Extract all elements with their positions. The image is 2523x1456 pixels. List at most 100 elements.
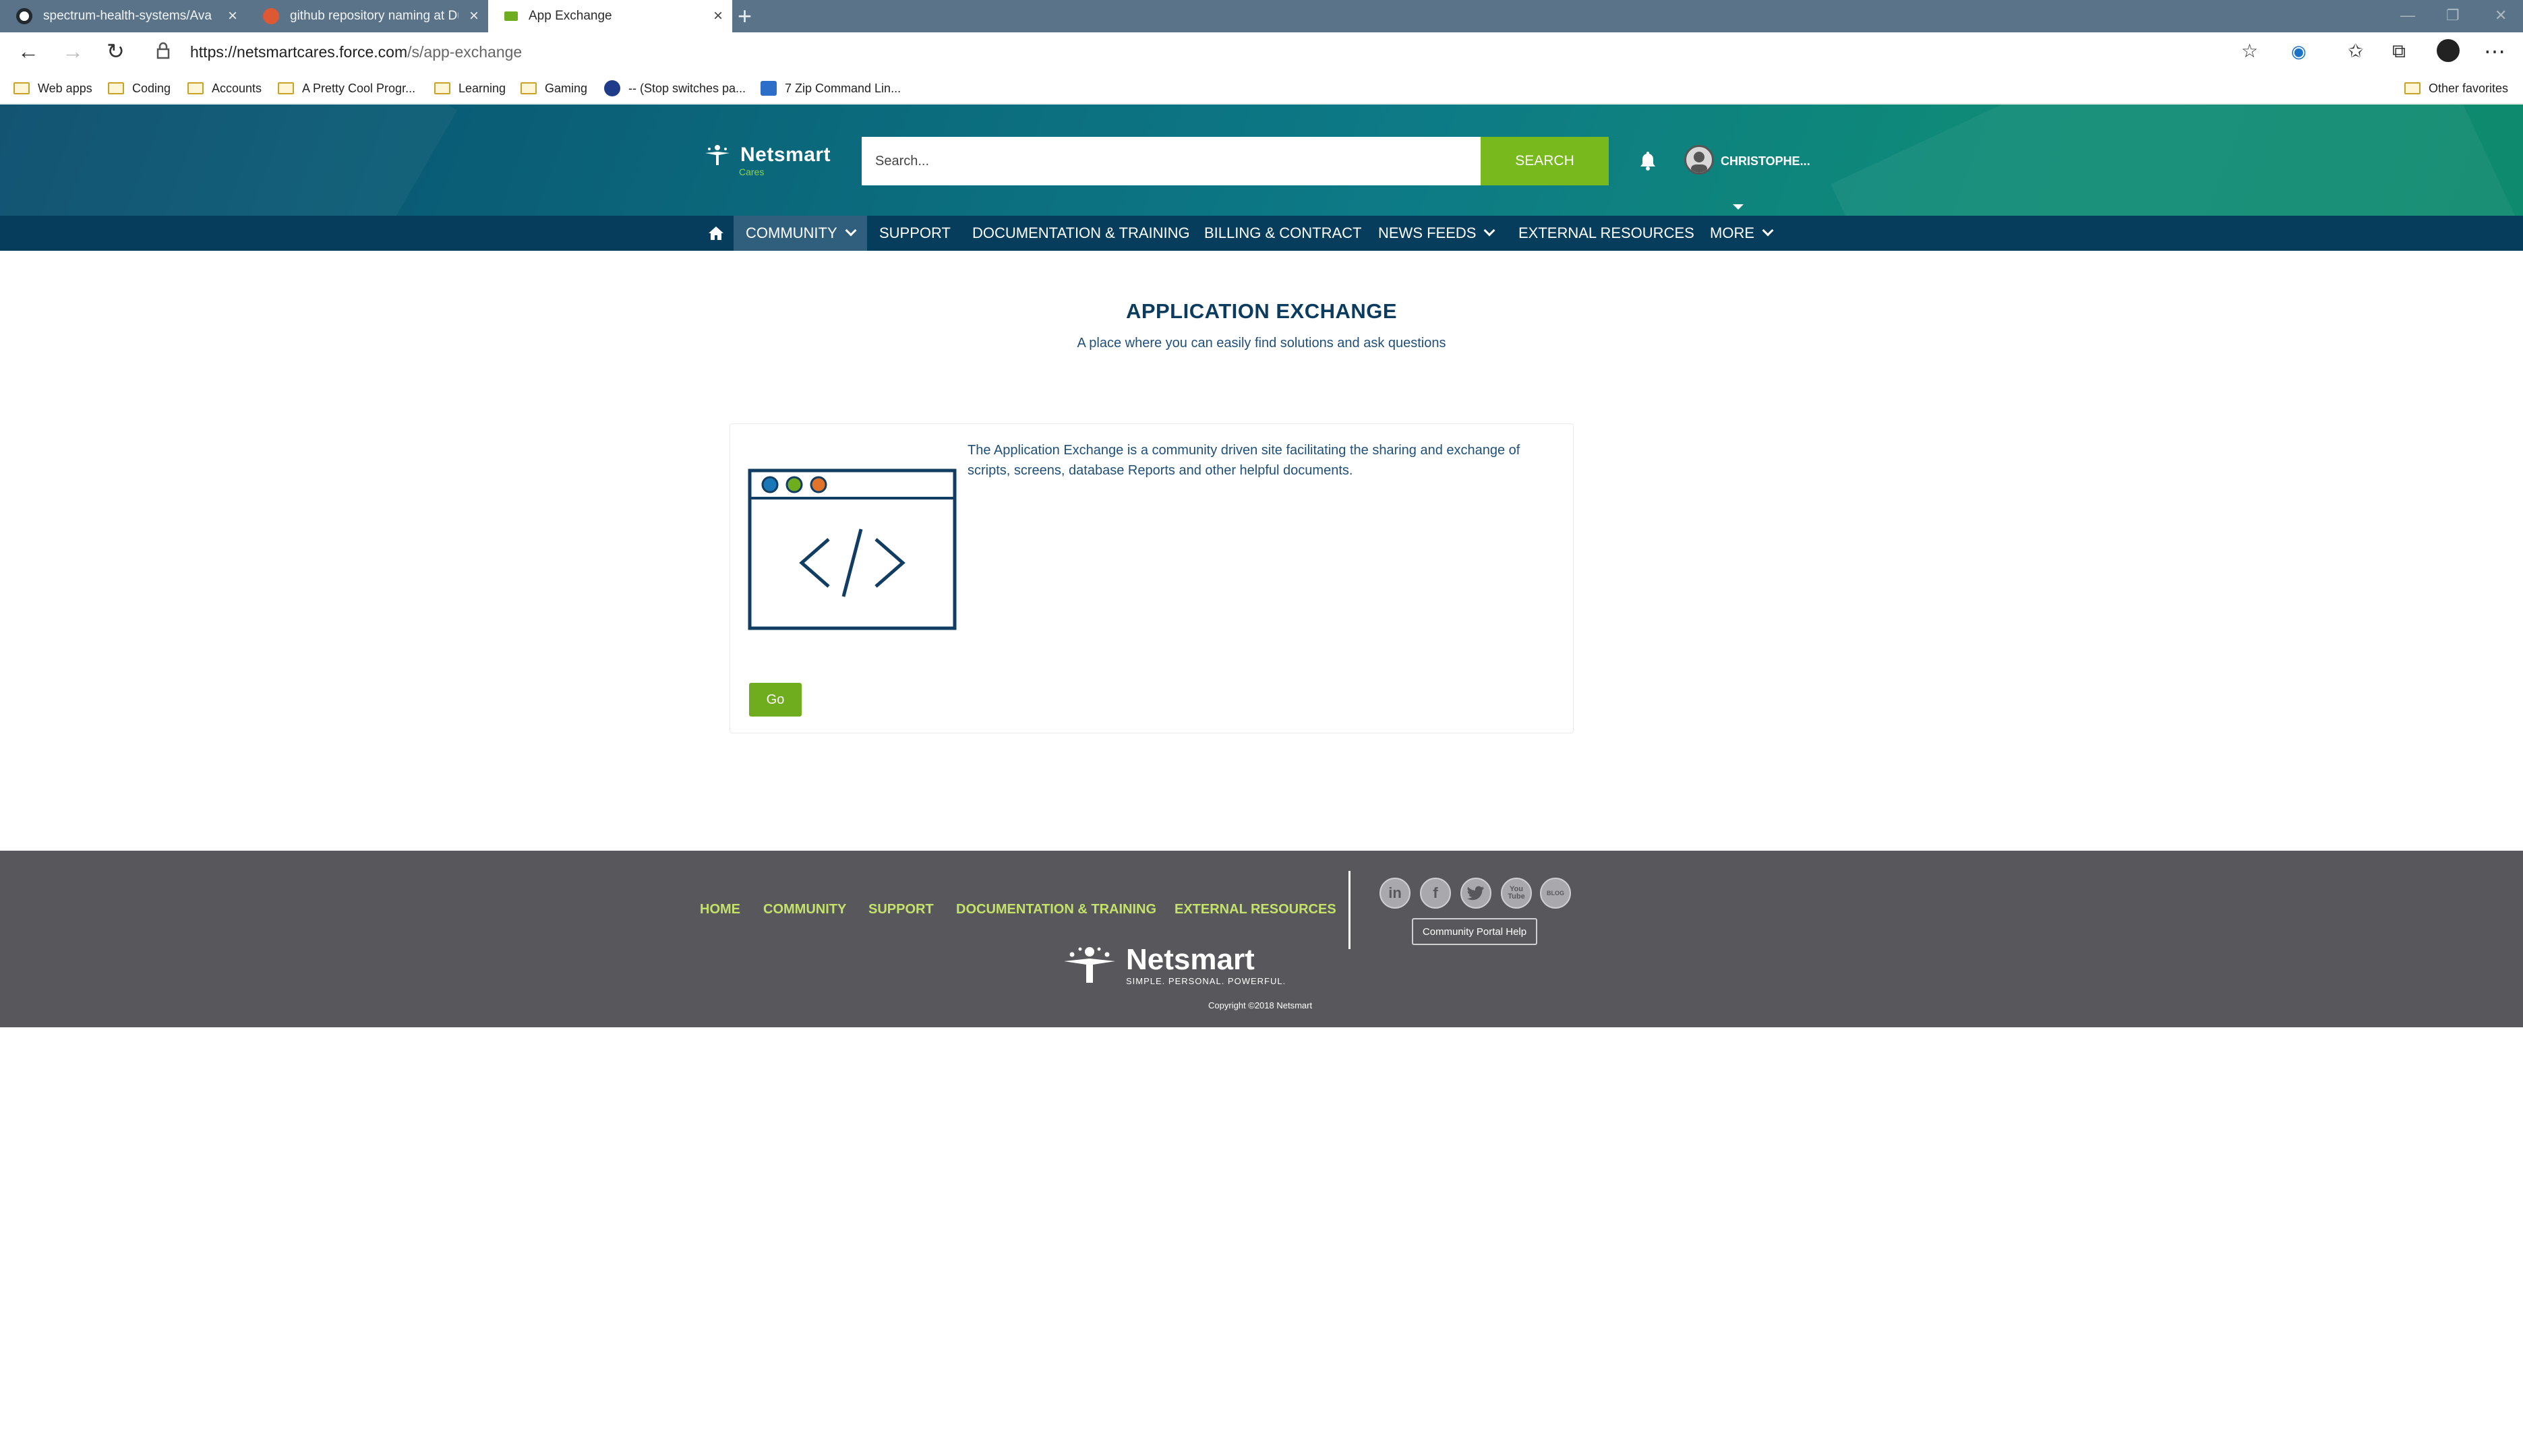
chevron-down-icon — [1762, 224, 1774, 237]
site-icon — [604, 80, 620, 96]
nav-label: COMMUNITY — [746, 224, 837, 241]
nav-external-resources[interactable]: EXTERNAL RESOURCES — [1518, 216, 1694, 251]
nav-label: SUPPORT — [879, 224, 951, 241]
close-icon[interactable]: × — [713, 8, 723, 24]
user-name[interactable]: CHRISTOPHE... — [1721, 154, 1810, 169]
bell-icon[interactable] — [1638, 150, 1657, 171]
extension-icon[interactable]: ◉ — [2291, 40, 2307, 62]
github-icon — [16, 8, 32, 24]
close-icon[interactable]: × — [228, 8, 237, 24]
close-window-icon[interactable]: ✕ — [2495, 7, 2507, 24]
twitter-icon[interactable] — [1460, 878, 1491, 909]
refresh-icon[interactable]: ↻ — [107, 40, 125, 62]
tab-title: github repository naming at Duc — [290, 9, 458, 23]
netsmart-figure-icon — [1064, 947, 1115, 983]
search-button[interactable]: SEARCH — [1481, 137, 1609, 185]
bookmark-learning[interactable]: Learning — [434, 80, 506, 97]
bookmark-label: Accounts — [212, 81, 262, 95]
tab-title: spectrum-health-systems/Avator — [43, 9, 212, 23]
footer-link-community[interactable]: COMMUNITY — [763, 902, 846, 917]
bookmark-other-favorites[interactable]: Other favorites — [2404, 80, 2508, 97]
avatar-icon — [1691, 152, 1707, 173]
nav-home[interactable] — [704, 216, 728, 251]
bookmark-7zip[interactable]: 7 Zip Command Lin... — [761, 80, 901, 97]
collections-icon[interactable]: ⧉ — [2392, 40, 2406, 62]
netsmart-figure-icon — [705, 145, 730, 165]
browser-tab-duckduckgo[interactable]: github repository naming at Duc × — [247, 0, 488, 32]
bookmark-label: -- (Stop switches pa... — [628, 81, 746, 95]
bookmark-accounts[interactable]: Accounts — [187, 80, 262, 97]
nav-label: NEWS FEEDS — [1378, 224, 1477, 241]
url-path: /s/app-exchange — [407, 42, 523, 61]
folder-icon — [2404, 82, 2421, 94]
bookmark-stop-switches[interactable]: -- (Stop switches pa... — [604, 80, 746, 97]
caret-down-icon[interactable] — [1733, 204, 1744, 210]
nav-news-feeds[interactable]: NEWS FEEDS — [1378, 216, 1495, 251]
url-host: https://netsmartcares.force.com — [190, 42, 408, 61]
favorites-icon[interactable]: ✩ — [2348, 40, 2363, 62]
forward-arrow-icon[interactable]: → — [62, 40, 84, 62]
go-button[interactable]: Go — [749, 683, 802, 717]
header-decoration — [1831, 104, 2523, 216]
back-arrow-icon[interactable]: ← — [18, 40, 39, 62]
footer-link-external-resources[interactable]: EXTERNAL RESOURCES — [1175, 902, 1336, 917]
tab-title: App Exchange — [529, 9, 612, 23]
bookmark-pretty-cool[interactable]: A Pretty Cool Progr... — [278, 80, 415, 97]
chevron-down-icon — [845, 224, 857, 237]
browser-tab-strip: spectrum-health-systems/Avator × github … — [0, 0, 2523, 32]
folder-icon — [13, 82, 30, 94]
bookmark-gaming[interactable]: Gaming — [521, 80, 587, 97]
new-tab-button[interactable]: + — [738, 4, 752, 28]
user-avatar[interactable] — [1684, 145, 1714, 175]
footer-link-support[interactable]: SUPPORT — [868, 902, 934, 917]
nav-support[interactable]: SUPPORT — [879, 216, 951, 251]
browser-tab-github[interactable]: spectrum-health-systems/Avator × — [0, 0, 247, 32]
search-input[interactable] — [862, 137, 1481, 185]
nav-billing-contract[interactable]: BILLING & CONTRACT — [1204, 216, 1361, 251]
nav-more[interactable]: MORE — [1710, 216, 1774, 251]
browser-tab-app-exchange[interactable]: App Exchange × — [488, 0, 732, 32]
twitter-bird-icon — [1467, 886, 1484, 901]
blog-icon[interactable]: BLOG — [1540, 878, 1571, 909]
bookmark-coding[interactable]: Coding — [108, 80, 171, 97]
bookmark-label: 7 Zip Command Lin... — [785, 81, 901, 95]
netsmart-logo[interactable]: Netsmart Cares — [704, 144, 831, 177]
nav-label: BILLING & CONTRACT — [1204, 224, 1362, 241]
restore-icon[interactable]: ❐ — [2446, 7, 2460, 24]
footer-netsmart-logo[interactable]: Netsmart SIMPLE. PERSONAL. POWERFUL. — [1063, 943, 1285, 986]
header-decoration — [0, 104, 458, 216]
lock-icon — [156, 42, 170, 59]
footer-link-documentation-training[interactable]: DOCUMENTATION & TRAINING — [956, 902, 1156, 917]
nav-label: MORE — [1710, 224, 1754, 241]
folder-icon — [187, 82, 204, 94]
close-icon[interactable]: × — [469, 8, 479, 24]
card-description: The Application Exchange is a community … — [968, 443, 1520, 478]
footer-link-home[interactable]: HOME — [700, 902, 740, 917]
nav-community[interactable]: COMMUNITY — [734, 216, 867, 251]
bookmark-label: Other favorites — [2429, 81, 2509, 95]
favorite-star-icon[interactable]: ☆ — [2241, 40, 2258, 62]
footer-divider — [1348, 871, 1350, 949]
app-exchange-card: The Application Exchange is a community … — [730, 423, 1574, 733]
bookmark-web-apps[interactable]: Web apps — [13, 80, 92, 97]
address-bar[interactable]: https://netsmartcares.force.com/s/app-ex… — [156, 38, 2268, 66]
nav-label: DOCUMENTATION & TRAINING — [972, 224, 1190, 241]
bookmark-label: Web apps — [38, 81, 92, 95]
nav-documentation-training[interactable]: DOCUMENTATION & TRAINING — [972, 216, 1190, 251]
profile-avatar-icon[interactable] — [2437, 39, 2460, 62]
duckduckgo-icon — [263, 8, 279, 24]
more-menu-icon[interactable]: ⋯ — [2484, 40, 2505, 62]
folder-icon — [521, 82, 537, 94]
netsmart-favicon-icon — [504, 11, 518, 21]
minimize-icon[interactable]: — — [2400, 7, 2415, 24]
community-portal-help-button[interactable]: Community Portal Help — [1412, 918, 1537, 945]
youtube-icon[interactable]: You Tube — [1501, 878, 1532, 909]
bookmark-label: Gaming — [545, 81, 588, 95]
browser-toolbar: ← → ↻ https://netsmartcares.force.com/s/… — [0, 32, 2523, 71]
facebook-icon[interactable]: f — [1420, 878, 1451, 909]
main-nav: COMMUNITY SUPPORT DOCUMENTATION & TRAINI… — [0, 216, 2523, 251]
page-subtitle: A place where you can easily find soluti… — [1077, 336, 1446, 351]
linkedin-icon[interactable]: in — [1379, 878, 1411, 909]
nav-label: EXTERNAL RESOURCES — [1518, 224, 1694, 241]
footer-brand-name: Netsmart — [1126, 943, 1255, 976]
